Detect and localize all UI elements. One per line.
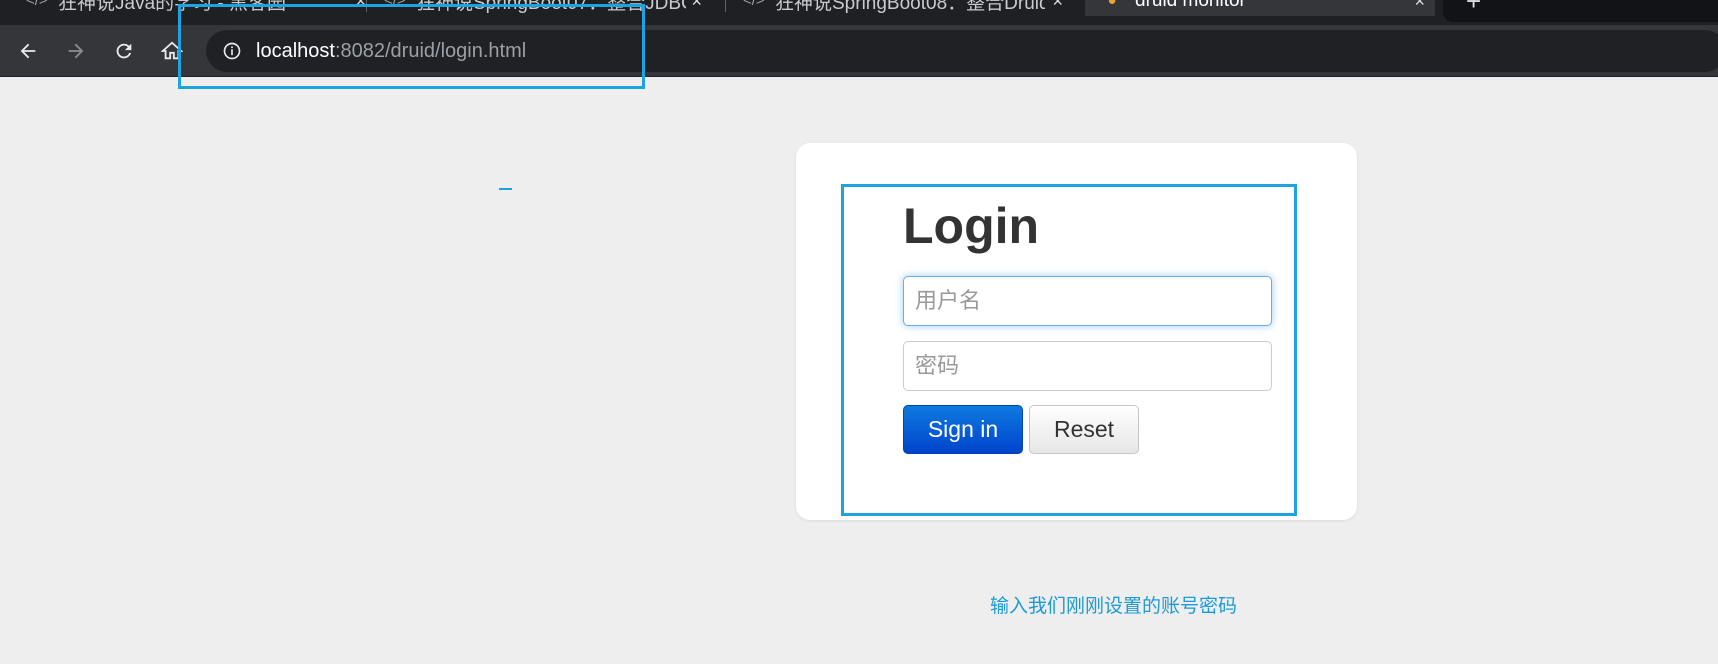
druid-icon: ●: [1107, 0, 1117, 9]
address-highlight-box: [178, 4, 645, 89]
close-icon[interactable]: ×: [1052, 0, 1063, 10]
password-input[interactable]: [903, 341, 1272, 391]
username-input[interactable]: [903, 276, 1272, 326]
reload-icon: [116, 43, 132, 59]
close-icon[interactable]: ×: [691, 0, 702, 10]
tab-title: 狂神说SpringBoot08：整合Druid: [775, 0, 1045, 14]
reset-button[interactable]: Reset: [1029, 405, 1139, 454]
new-tab-button[interactable]: +: [1466, 0, 1481, 17]
code-icon: </>: [26, 0, 48, 9]
back-button[interactable]: [14, 37, 42, 65]
tab-druid-monitor[interactable]: ● druid monitor ×: [1085, 0, 1435, 16]
tab-title: druid monitor: [1135, 0, 1246, 11]
arrow-right-icon: [68, 43, 84, 59]
annotation-caption: 输入我们刚刚设置的账号密码: [990, 595, 1238, 617]
tab-separator: [725, 0, 726, 12]
code-icon: </>: [743, 0, 765, 9]
annotation-mark: [499, 188, 512, 190]
arrow-left-icon: [20, 43, 36, 59]
reload-button[interactable]: [110, 37, 138, 65]
tab-springboot-druid[interactable]: </> 狂神说SpringBoot08：整合Druid ×: [743, 0, 1073, 16]
login-title: Login: [903, 198, 1040, 254]
sign-in-button[interactable]: Sign in: [903, 405, 1023, 454]
new-tab-area: [1443, 0, 1718, 22]
close-icon[interactable]: ×: [1414, 0, 1425, 10]
forward-button[interactable]: [62, 37, 90, 65]
